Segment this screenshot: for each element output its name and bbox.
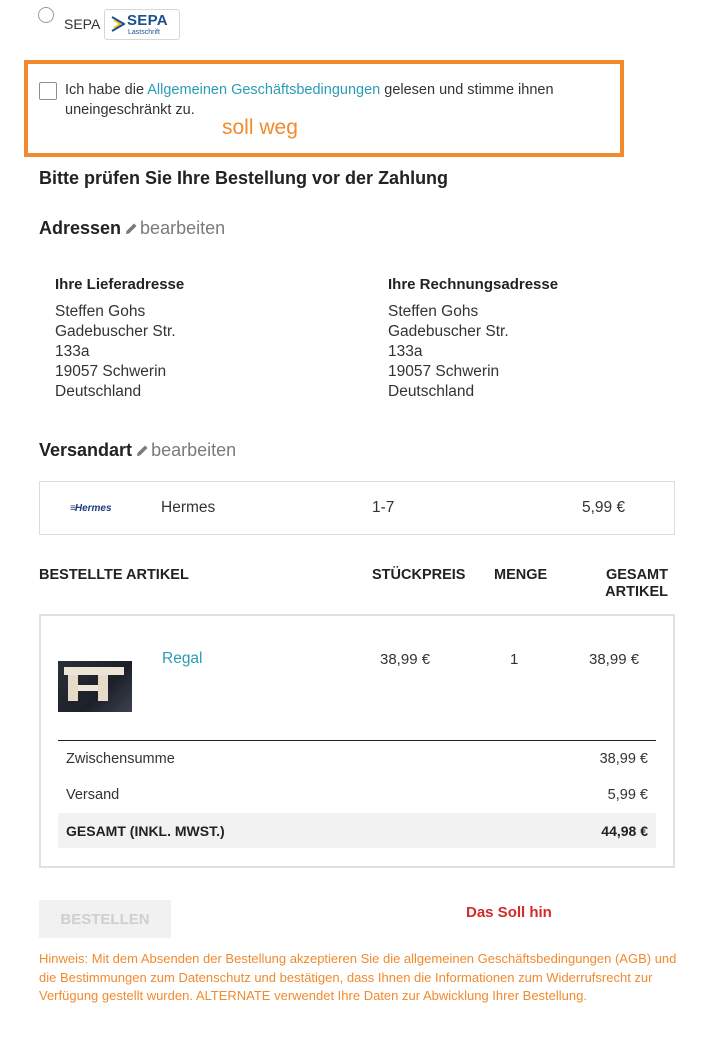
terms-link[interactable]: Allgemeinen Geschäftsbedingungen <box>147 82 380 98</box>
product-name-link[interactable]: Regal <box>162 650 203 668</box>
total-label: GESAMT (INKL. MWST.) <box>66 823 225 839</box>
sepa-logo-text: SEPA <box>127 12 168 29</box>
address-line: 133a <box>388 343 423 360</box>
addresses-title: Adressen <box>39 218 122 238</box>
annotation-move-note: Das Soll hin <box>466 904 552 921</box>
review-title: Bitte prüfen Sie Ihre Bestellung vor der… <box>39 168 449 188</box>
sepa-mark-icon <box>111 16 125 32</box>
order-notice: Hinweis: Mit dem Absenden der Bestellung… <box>39 951 677 1003</box>
pencil-icon[interactable] <box>136 444 149 457</box>
address-line: Steffen Gohs <box>388 303 479 320</box>
shipping-cost-label: Versand <box>66 787 120 803</box>
address-line: Gadebuscher Str. <box>55 323 176 340</box>
order-button[interactable]: BESTELLEN <box>39 900 171 938</box>
addresses-edit-link[interactable]: bearbeiten <box>140 218 225 238</box>
address-line: Steffen Gohs <box>55 303 146 320</box>
address-line: 19057 Schwerin <box>388 363 500 380</box>
header-article: BESTELLTE ARTIKEL <box>39 567 189 583</box>
product-thumbnail[interactable] <box>58 661 132 712</box>
total-value: 44,98 € <box>601 823 648 839</box>
product-total: 38,99 € <box>589 651 640 668</box>
sepa-logo: SEPA Lastschrift <box>104 9 180 40</box>
shipping-edit-link[interactable]: bearbeiten <box>151 440 236 460</box>
shipping-cost-value: 5,99 € <box>607 787 648 803</box>
header-total-line1: GESAMT <box>605 567 668 583</box>
shipping-price: 5,99 € <box>582 499 626 516</box>
shipping-header: Versandart bearbeiten <box>39 440 236 461</box>
address-line: 133a <box>55 343 90 360</box>
shipping-title: Versandart <box>39 440 133 460</box>
subtotal-label: Zwischensumme <box>66 751 175 767</box>
hermes-logo-text: Hermes <box>74 503 112 514</box>
billing-address: Ihre Rechnungsadresse Steffen Gohs Gadeb… <box>388 276 558 402</box>
addresses-header: Adressen bearbeiten <box>39 218 225 239</box>
billing-address-title: Ihre Rechnungsadresse <box>388 276 559 293</box>
sepa-radio[interactable] <box>38 7 54 23</box>
terms-checkbox[interactable] <box>39 82 57 100</box>
delivery-address-title: Ihre Lieferadresse <box>55 276 185 293</box>
address-line: Deutschland <box>55 383 142 400</box>
product-quantity: 1 <box>510 651 519 668</box>
address-line: 19057 Schwerin <box>55 363 167 380</box>
summary-divider <box>58 740 656 741</box>
product-unit-price: 38,99 € <box>380 651 431 668</box>
delivery-address: Ihre Lieferadresse Steffen Gohs Gadebusc… <box>55 276 184 402</box>
terms-prefix: Ich habe die <box>65 82 148 98</box>
header-total: GESAMT ARTIKEL <box>590 567 668 601</box>
header-quantity: MENGE <box>494 567 548 583</box>
sepa-label: SEPA <box>64 16 101 32</box>
shipping-carrier: Hermes <box>161 499 216 516</box>
shipping-days: 1-7 <box>372 499 395 516</box>
shipping-method-box <box>39 481 675 535</box>
header-total-line2: ARTIKEL <box>605 584 668 600</box>
hermes-logo: ≡Hermes <box>70 503 112 514</box>
subtotal-value: 38,99 € <box>599 751 648 767</box>
pencil-icon[interactable] <box>125 222 138 235</box>
address-line: Deutschland <box>388 383 475 400</box>
address-line: Gadebuscher Str. <box>388 323 509 340</box>
annotation-remove-note: soll weg <box>222 116 298 139</box>
header-unit-price: STÜCKPREIS <box>372 567 466 583</box>
terms-text: Ich habe die Allgemeinen Geschäftsbeding… <box>65 80 605 120</box>
sepa-logo-subtext: Lastschrift <box>128 29 160 36</box>
